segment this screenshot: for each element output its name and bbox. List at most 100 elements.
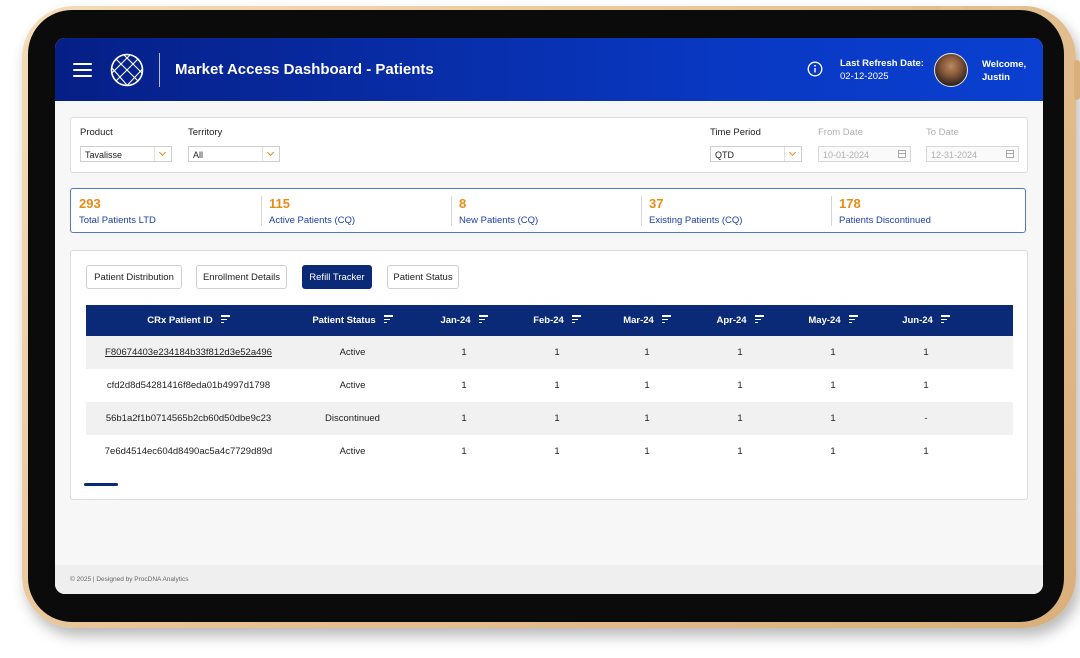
refill-cell: - [924, 413, 928, 424]
refill-cell: 1 [737, 446, 743, 457]
kpi-discontinued-patients: 178 Patients Discontinued [831, 189, 1021, 231]
column-header-label: May-24 [808, 315, 841, 326]
table-header: CRx Patient ID Patient Status Jan-24 Feb… [86, 305, 1013, 336]
patient-id-link[interactable]: F80674403e234184b33f812d3e52a496 [86, 336, 291, 369]
horizontal-scrollbar[interactable] [84, 483, 118, 486]
tab-refill-tracker[interactable]: Refill Tracker [302, 265, 372, 289]
globe-logo-icon [110, 53, 144, 87]
refill-cell: 1 [554, 347, 560, 358]
kpi-existing-patients: 37 Existing Patients (CQ) [641, 189, 831, 231]
column-header-jan-24[interactable]: Jan-24 [414, 305, 514, 336]
sort-icon [383, 315, 393, 324]
patient-status-cell: Active [339, 446, 366, 457]
from-date-input[interactable]: 10-01-2024 [818, 146, 911, 162]
sort-icon [220, 315, 230, 324]
column-header-label: CRx Patient ID [147, 315, 213, 326]
app-header: Market Access Dashboard - Patients Last … [55, 38, 1043, 101]
column-header-mar-24[interactable]: Mar-24 [600, 305, 694, 336]
kpi-label: Existing Patients (CQ) [649, 215, 743, 226]
patient-id-cell: 56b1a2f1b0714565b2cb60d50dbe9c23 [105, 413, 272, 424]
column-header-feb-24[interactable]: Feb-24 [514, 305, 600, 336]
product-select-value: Tavalisse [85, 150, 123, 160]
patient-id-cell: cfd2d8d54281416f8eda01b4997d1798 [106, 380, 271, 391]
column-header-label: Jun-24 [902, 315, 933, 326]
column-header-patient-status[interactable]: Patient Status [291, 305, 414, 336]
chevron-down-icon [154, 147, 171, 161]
kpi-label: Patients Discontinued [839, 215, 931, 226]
table-row[interactable]: F80674403e234184b33f812d3e52a496 Active … [86, 336, 1013, 369]
welcome-greeting: Welcome, [982, 59, 1027, 70]
refill-cell: 1 [461, 413, 467, 424]
kpi-total-patients: 293 Total Patients LTD [71, 189, 261, 231]
to-date-input[interactable]: 12-31-2024 [926, 146, 1019, 162]
kpi-label: New Patients (CQ) [459, 215, 539, 226]
last-refresh-label: Last Refresh Date: [840, 58, 924, 69]
refill-cell: 1 [830, 413, 836, 424]
page-title: Market Access Dashboard - Patients [175, 61, 434, 78]
kpi-value: 8 [459, 196, 467, 211]
kpi-value: 178 [839, 196, 861, 211]
column-header-apr-24[interactable]: Apr-24 [694, 305, 786, 336]
info-icon[interactable] [807, 61, 823, 77]
territory-label: Territory [188, 127, 223, 138]
avatar[interactable] [934, 53, 968, 87]
sort-icon [940, 315, 950, 324]
from-date-value: 10-01-2024 [823, 150, 870, 160]
kpi-summary-bar: 293 Total Patients LTD 115 Active Patien… [70, 188, 1026, 233]
tab-patient-status[interactable]: Patient Status [387, 265, 459, 289]
refill-cell: 1 [644, 380, 650, 391]
refill-cell: 1 [461, 347, 467, 358]
table-row[interactable]: 7e6d4514ec604d8490ac5a4c7729d89d Active … [86, 435, 1013, 468]
welcome-text: Welcome, Justin [982, 58, 1026, 84]
refill-cell: 1 [461, 446, 467, 457]
calendar-icon [898, 150, 906, 158]
calendar-icon [1006, 150, 1014, 158]
to-date-value: 12-31-2024 [931, 150, 978, 160]
tab-patient-distribution[interactable]: Patient Distribution [86, 265, 182, 289]
column-header-label: Mar-24 [623, 315, 654, 326]
chevron-down-icon [784, 147, 801, 161]
column-header-patient-id[interactable]: CRx Patient ID [86, 305, 291, 336]
refill-cell: 1 [830, 446, 836, 457]
column-header-label: Feb-24 [533, 315, 564, 326]
table-row[interactable]: cfd2d8d54281416f8eda01b4997d1798 Active … [86, 369, 1013, 402]
refill-cell: 1 [644, 446, 650, 457]
table-row[interactable]: 56b1a2f1b0714565b2cb60d50dbe9c23 Discont… [86, 402, 1013, 435]
from-date-label: From Date [818, 127, 863, 138]
column-header-label: Patient Status [312, 315, 376, 326]
refill-cell: 1 [830, 347, 836, 358]
refill-cell: 1 [737, 347, 743, 358]
time-period-select[interactable]: QTD [710, 146, 802, 162]
hamburger-menu-icon[interactable] [73, 63, 92, 77]
refill-cell: 1 [644, 347, 650, 358]
sort-icon [478, 315, 488, 324]
header-divider [159, 53, 160, 87]
patient-id-cell: 7e6d4514ec604d8490ac5a4c7729d89d [104, 446, 273, 457]
kpi-value: 115 [269, 196, 290, 211]
column-header-jun-24[interactable]: Jun-24 [880, 305, 972, 336]
tab-enrollment-details[interactable]: Enrollment Details [196, 265, 287, 289]
tablet-side-button [1074, 60, 1080, 100]
refill-cell: 1 [554, 413, 560, 424]
kpi-value: 293 [79, 196, 101, 211]
refill-cell: 1 [644, 413, 650, 424]
territory-select[interactable]: All [188, 146, 280, 162]
sort-icon [754, 315, 764, 324]
kpi-value: 37 [649, 196, 664, 211]
kpi-label: Total Patients LTD [79, 215, 156, 226]
filter-panel: Product Tavalisse Territory All Time Per… [70, 117, 1028, 173]
refill-cell: 1 [554, 446, 560, 457]
product-select[interactable]: Tavalisse [80, 146, 172, 162]
last-refresh-date: 02-12-2025 [840, 71, 889, 82]
refill-tracker-card: Patient Distribution Enrollment Details … [70, 250, 1028, 500]
footer-copyright: © 2025 | Designed by ProcDNA Analytics [70, 576, 189, 583]
territory-select-value: All [193, 150, 204, 160]
product-label: Product [80, 127, 113, 138]
refill-cell: 1 [923, 347, 929, 358]
kpi-new-patients: 8 New Patients (CQ) [451, 189, 641, 231]
refill-cell: 1 [737, 413, 743, 424]
welcome-user-name: Justin [982, 72, 1010, 83]
patient-status-cell: Active [339, 347, 366, 358]
column-header-may-24[interactable]: May-24 [786, 305, 880, 336]
refill-cell: 1 [554, 380, 560, 391]
